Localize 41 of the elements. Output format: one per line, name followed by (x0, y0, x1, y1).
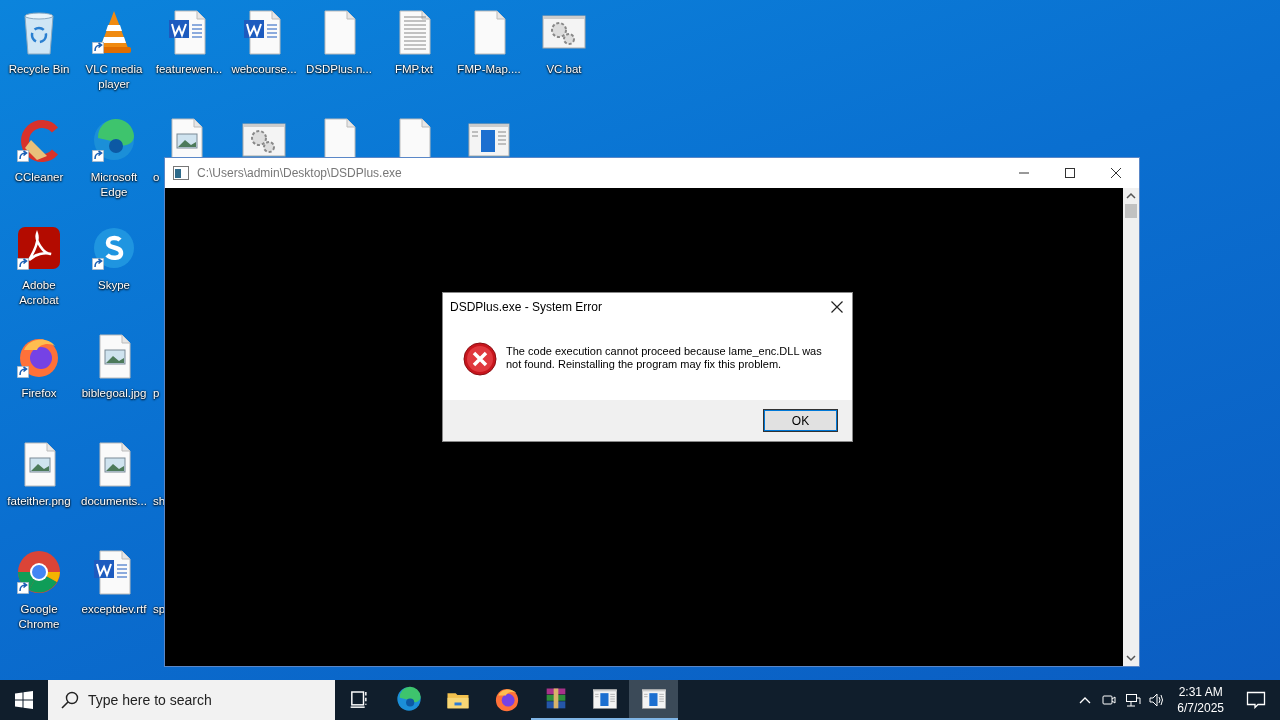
search-field[interactable]: Type here to search (48, 680, 335, 720)
error-icon (463, 342, 497, 376)
edge-icon (394, 685, 423, 713)
icon-label[interactable]: biblegoal.jpg (81, 386, 147, 401)
acrobat-icon[interactable] (15, 224, 63, 272)
icon-label[interactable]: p (153, 386, 160, 401)
icon-label[interactable]: Google Chrome (2, 602, 76, 632)
icon-label[interactable]: FMP-Map.... (457, 62, 521, 77)
icon-label[interactable]: webcourse... (231, 62, 297, 77)
close-icon (1111, 168, 1121, 178)
icon-label[interactable]: VC.bat (546, 62, 582, 77)
icon-label[interactable]: sh (153, 494, 166, 509)
icon-label[interactable]: DSDPlus.n... (306, 62, 372, 77)
scrollbar[interactable] (1123, 188, 1139, 666)
dialog-title: DSDPlus.exe - System Error (450, 300, 604, 314)
icon-label[interactable]: Recycle Bin (8, 62, 70, 77)
chrome-icon[interactable] (15, 548, 63, 596)
speech-bubble-icon (1246, 691, 1266, 709)
maximize-icon (1065, 168, 1075, 178)
icon-label[interactable]: Microsoft Edge (77, 170, 151, 200)
scroll-thumb[interactable] (1125, 204, 1137, 218)
icon-label[interactable]: o (153, 170, 160, 185)
search-icon (61, 691, 79, 709)
icon-label[interactable]: VLC media player (77, 62, 151, 92)
icon-label[interactable]: CCleaner (14, 170, 64, 185)
icon-label[interactable]: Skype (98, 278, 130, 293)
icon-label[interactable]: documents... (81, 494, 147, 509)
icon-label[interactable]: fateither.png (7, 494, 71, 509)
window-title: C:\Users\admin\Desktop\DSDPlus.exe (197, 166, 403, 180)
icon-label[interactable]: exceptdev.rtf (81, 602, 147, 617)
taskbar-app-button[interactable] (629, 680, 678, 720)
icon-label[interactable]: featurewen... (155, 62, 223, 77)
error-message: The code execution cannot proceed because lame_enc.DLL was not found. Reinstalling the program may fix this problem. (506, 345, 823, 371)
windows-logo-icon (15, 691, 33, 709)
icon-label[interactable]: Adobe Acrobat (2, 278, 76, 308)
clock[interactable]: 2:31 AM 6/7/2025 (1169, 684, 1232, 716)
ok-button[interactable]: OK (763, 409, 838, 432)
close-icon (831, 301, 843, 313)
icon-label[interactable]: Firefox (21, 386, 57, 401)
console-icon (173, 166, 189, 180)
icon-label[interactable]: FMP.txt (394, 62, 434, 77)
